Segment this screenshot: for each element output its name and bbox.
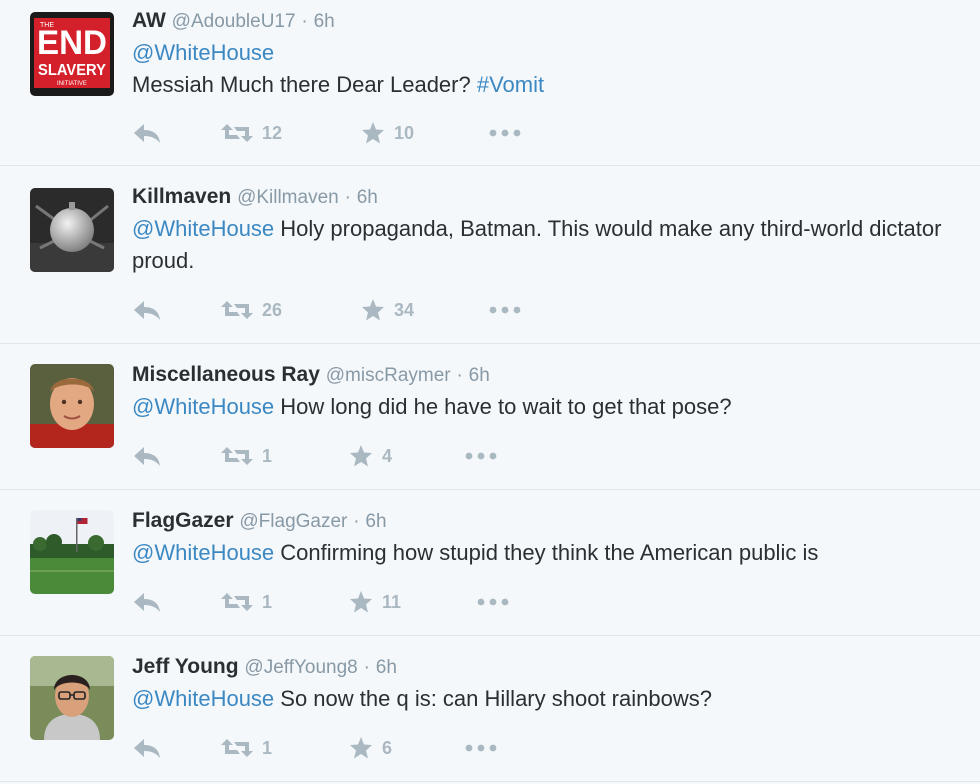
reply-button[interactable] — [132, 737, 220, 759]
mention-link[interactable]: @WhiteHouse — [132, 540, 274, 565]
avatar[interactable]: THE END SLAVERY INITIATIVE — [30, 12, 114, 96]
retweet-count: 26 — [262, 299, 283, 320]
more-button[interactable] — [488, 305, 522, 315]
tweet-body: How long did he have to wait to get that… — [274, 394, 732, 419]
display-name[interactable]: Miscellaneous Ray — [132, 363, 320, 386]
retweet-button[interactable]: 1 — [220, 591, 348, 613]
avatar-end-text: END — [37, 24, 107, 62]
timestamp[interactable]: 6h — [357, 187, 378, 208]
retweet-count: 12 — [262, 122, 283, 143]
timestamp[interactable]: 6h — [365, 511, 386, 532]
reply-button[interactable] — [132, 299, 220, 321]
timestamp[interactable]: 6h — [376, 657, 397, 678]
tweet-item[interactable]: THE END SLAVERY INITIATIVE AW @AdoubleU1… — [0, 0, 980, 166]
more-icon — [489, 129, 521, 137]
retweet-button[interactable]: 26 — [220, 299, 360, 321]
more-icon — [465, 452, 497, 460]
favorite-button[interactable]: 10 — [360, 121, 488, 145]
handle[interactable]: @miscRaymer — [326, 365, 451, 386]
star-icon — [350, 591, 372, 613]
separator: · — [456, 365, 463, 386]
retweet-button[interactable]: 1 — [220, 445, 348, 467]
mention-link[interactable]: @WhiteHouse — [132, 686, 274, 711]
mention-link[interactable]: @WhiteHouse — [132, 394, 274, 419]
separator: · — [344, 187, 351, 208]
favorite-count: 4 — [382, 445, 393, 466]
more-icon — [465, 744, 497, 752]
retweet-count: 1 — [262, 591, 273, 612]
retweet-icon — [221, 124, 253, 142]
tweet-text: @WhiteHouse How long did he have to wait… — [132, 391, 960, 423]
reply-button[interactable] — [132, 122, 220, 144]
tweet-item[interactable]: Miscellaneous Ray @miscRaymer · 6h @Whit… — [0, 344, 980, 490]
display-name[interactable]: FlagGazer — [132, 509, 234, 532]
avatar-slavery-text: SLAVERY — [38, 62, 106, 79]
more-button[interactable] — [488, 128, 522, 138]
separator: · — [353, 511, 360, 532]
retweet-button[interactable]: 12 — [220, 122, 360, 144]
reply-icon — [134, 301, 160, 320]
retweet-icon — [221, 447, 253, 465]
separator: · — [363, 657, 370, 678]
reply-icon — [134, 739, 160, 758]
favorite-button[interactable]: 6 — [348, 736, 464, 760]
tweet-feed: THE END SLAVERY INITIATIVE AW @AdoubleU1… — [0, 0, 980, 784]
reply-icon — [134, 593, 160, 612]
handle[interactable]: @AdoubleU17 — [172, 11, 296, 32]
hashtag-link[interactable]: #Vomit — [477, 72, 544, 97]
avatar[interactable] — [30, 188, 114, 272]
avatar[interactable] — [30, 510, 114, 594]
reply-button[interactable] — [132, 445, 220, 467]
tweet-item[interactable]: Killmaven @Killmaven · 6h @WhiteHouse Ho… — [0, 166, 980, 344]
mention-link[interactable]: @WhiteHouse — [132, 216, 274, 241]
tweet-body: Confirming how stupid they think the Ame… — [274, 540, 819, 565]
tweet-text: @WhiteHouse Confirming how stupid they t… — [132, 537, 960, 569]
reply-button[interactable] — [132, 591, 220, 613]
more-icon — [489, 306, 521, 314]
handle[interactable]: @Killmaven — [237, 187, 339, 208]
favorite-count: 6 — [382, 737, 393, 758]
display-name[interactable]: Jeff Young — [132, 655, 239, 678]
favorite-count: 34 — [394, 299, 415, 320]
favorite-count: 11 — [382, 591, 402, 612]
favorite-button[interactable]: 4 — [348, 444, 464, 468]
handle[interactable]: @FlagGazer — [239, 511, 347, 532]
retweet-count: 1 — [262, 737, 273, 758]
favorite-count: 10 — [394, 122, 415, 143]
display-name[interactable]: AW — [132, 9, 166, 32]
star-icon — [350, 737, 372, 759]
more-button[interactable] — [464, 451, 498, 461]
retweet-count: 1 — [262, 445, 273, 466]
tweet-text: @WhiteHouse Holy propaganda, Batman. Thi… — [132, 213, 960, 277]
star-icon — [350, 445, 372, 467]
star-icon — [362, 122, 384, 144]
timestamp[interactable]: 6h — [314, 11, 335, 32]
timestamp[interactable]: 6h — [469, 365, 490, 386]
retweet-icon — [221, 301, 253, 319]
avatar-initiative-text: INITIATIVE — [57, 81, 87, 87]
handle[interactable]: @JeffYoung8 — [244, 657, 357, 678]
reply-icon — [134, 447, 160, 466]
tweet-body: So now the q is: can Hillary shoot rainb… — [274, 686, 712, 711]
more-button[interactable] — [464, 743, 498, 753]
star-icon — [362, 299, 384, 321]
retweet-icon — [221, 593, 253, 611]
tweet-body: Messiah Much there Dear Leader? — [132, 72, 477, 97]
tweet-text: @WhiteHouse Messiah Much there Dear Lead… — [132, 37, 960, 101]
retweet-icon — [221, 739, 253, 757]
reply-icon — [134, 124, 160, 143]
retweet-button[interactable]: 1 — [220, 737, 348, 759]
more-button[interactable] — [476, 597, 510, 607]
tweet-item[interactable]: Jeff Young @JeffYoung8 · 6h @WhiteHouse … — [0, 636, 980, 782]
favorite-button[interactable]: 11 — [348, 590, 476, 614]
tweet-item[interactable]: FlagGazer @FlagGazer · 6h @WhiteHouse Co… — [0, 490, 980, 636]
avatar[interactable] — [30, 656, 114, 740]
avatar[interactable] — [30, 364, 114, 448]
favorite-button[interactable]: 34 — [360, 298, 488, 322]
display-name[interactable]: Killmaven — [132, 185, 231, 208]
tweet-text: @WhiteHouse So now the q is: can Hillary… — [132, 683, 960, 715]
mention-link[interactable]: @WhiteHouse — [132, 40, 274, 65]
more-icon — [477, 598, 509, 606]
separator: · — [301, 11, 308, 32]
